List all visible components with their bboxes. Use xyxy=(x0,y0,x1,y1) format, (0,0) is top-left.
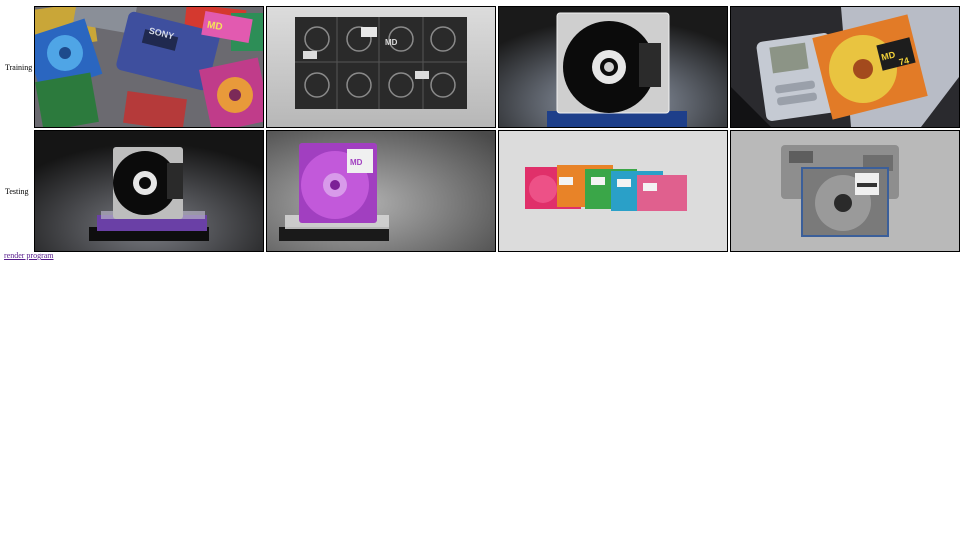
training-image-4[interactable]: MD 74 xyxy=(730,6,960,128)
training-image-3[interactable] xyxy=(498,6,729,128)
training-image-1[interactable]: SONY MD xyxy=(34,6,265,128)
testing-image-1[interactable] xyxy=(34,130,265,252)
image-grid: Training SONY MD MD MD 74 Testing MD xyxy=(3,4,960,254)
testing-label: Testing xyxy=(5,186,29,196)
training-thumb-4-cell: MD 74 xyxy=(730,6,960,128)
testing-thumb-1-cell xyxy=(34,130,265,252)
training-label: Training xyxy=(5,62,33,72)
testing-thumb-4-cell xyxy=(730,130,960,252)
render-program-link[interactable]: render program xyxy=(4,251,54,260)
training-thumb-1-cell: SONY MD xyxy=(34,6,265,128)
training-thumb-3-cell xyxy=(498,6,729,128)
testing-image-2[interactable]: MD xyxy=(266,130,497,252)
training-thumb-2-cell: MD xyxy=(266,6,497,128)
md-badge: MD xyxy=(350,158,363,167)
testing-thumb-2-cell: MD xyxy=(266,130,497,252)
page: Training SONY MD MD MD 74 Testing MD ren… xyxy=(0,0,960,540)
testing-image-4[interactable] xyxy=(730,130,960,252)
testing-image-3[interactable] xyxy=(498,130,729,252)
testing-thumb-3-cell xyxy=(498,130,729,252)
training-image-2[interactable]: MD xyxy=(266,6,497,128)
md-badge: MD xyxy=(385,38,398,47)
training-row: Training SONY MD MD MD 74 xyxy=(5,6,960,128)
testing-row: Testing MD xyxy=(5,130,960,252)
